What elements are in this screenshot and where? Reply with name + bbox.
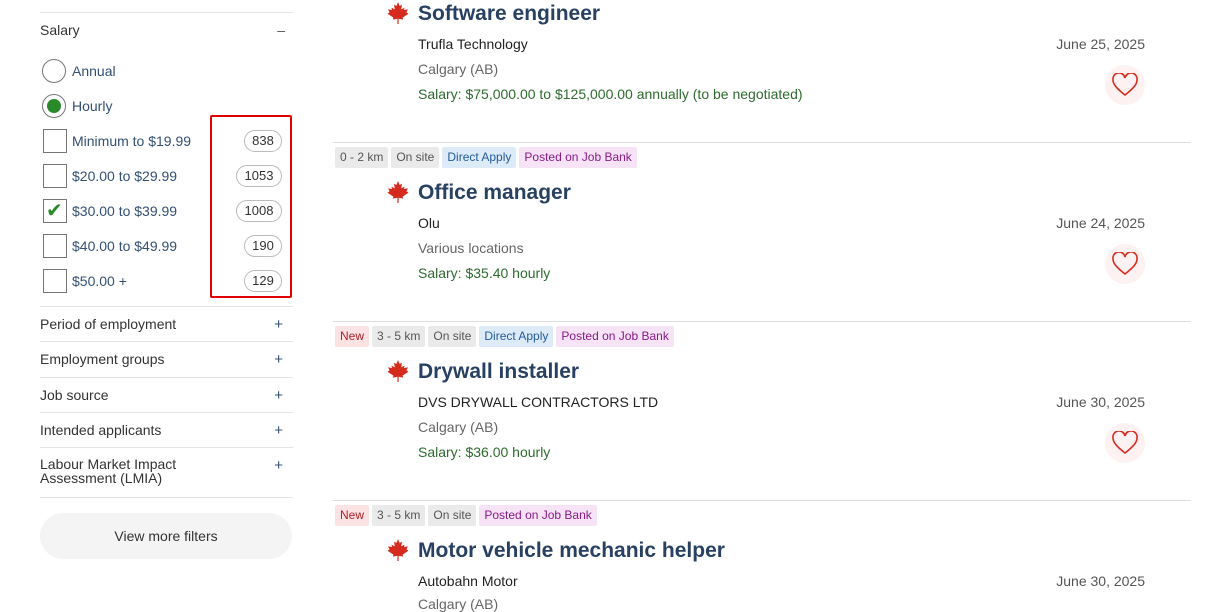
job-title-link[interactable]: Software engineer [418, 2, 600, 26]
radio-annual[interactable] [42, 59, 66, 83]
collapse-icon[interactable]: – [277, 22, 285, 38]
onsite-tag: On site [428, 326, 477, 347]
radio-hourly[interactable] [42, 94, 66, 118]
filter-divider [40, 447, 293, 448]
salary-filter-header[interactable]: Salary – [40, 22, 293, 40]
job-location: Various locations [418, 240, 524, 256]
job-date: June 24, 2025 [1056, 215, 1145, 231]
posted-on-job-bank-tag: Posted on Job Bank [556, 326, 674, 347]
filter-label: Employment groups [40, 351, 165, 367]
filter-label: Job source [40, 387, 109, 403]
favorite-button[interactable] [1105, 244, 1145, 284]
filter-job-source[interactable]: Job source + [40, 387, 293, 404]
job-employer: Olu [418, 215, 440, 231]
job-employer: Autobahn Motor [418, 573, 518, 589]
job-location: Calgary (AB) [418, 419, 499, 435]
heart-icon [1112, 73, 1138, 97]
filter-employment-groups[interactable]: Employment groups + [40, 351, 293, 368]
job-date: June 30, 2025 [1056, 394, 1145, 410]
checkbox-range-20-29[interactable] [43, 164, 67, 188]
filter-intended-applicants[interactable]: Intended applicants + [40, 422, 293, 439]
filter-divider [40, 306, 293, 307]
range-label[interactable]: $20.00 to $29.99 [72, 168, 177, 184]
checkbox-range-30-39[interactable]: ✔ [43, 199, 67, 223]
heart-icon [1112, 252, 1138, 276]
maple-leaf-icon [387, 2, 409, 24]
distance-tag: 0 - 2 km [335, 147, 389, 168]
heart-icon [1112, 431, 1138, 455]
direct-apply-tag: Direct Apply [479, 326, 554, 347]
job-date: June 25, 2025 [1056, 36, 1145, 52]
range-label[interactable]: Minimum to $19.99 [72, 133, 191, 149]
onsite-tag: On site [391, 147, 440, 168]
range-label[interactable]: $50.00 + [72, 273, 127, 289]
job-title-link[interactable]: Drywall installer [418, 360, 579, 384]
salary-filter-title: Salary [40, 22, 80, 38]
job-date: June 30, 2025 [1056, 573, 1145, 589]
checkmark-icon: ✔ [46, 200, 63, 222]
range-label[interactable]: $40.00 to $49.99 [72, 238, 177, 254]
distance-tag: 3 - 5 km [372, 326, 426, 347]
distance-tag: 3 - 5 km [372, 505, 426, 526]
sidebar-top-divider [40, 12, 293, 13]
favorite-button[interactable] [1105, 423, 1145, 463]
favorite-button[interactable] [1105, 65, 1145, 105]
maple-leaf-icon [387, 539, 409, 561]
onsite-tag: On site [428, 505, 477, 526]
job-location: Calgary (AB) [418, 61, 499, 77]
filter-label: Labour Market Impact Assessment (LMIA) [40, 456, 177, 486]
new-tag: New [335, 326, 370, 347]
maple-leaf-icon [387, 360, 409, 382]
count-highlight-box [210, 115, 292, 298]
filter-divider [40, 497, 293, 498]
filter-lmia[interactable]: Labour Market Impact Assessment (LMIA) + [40, 457, 293, 485]
radio-annual-label[interactable]: Annual [72, 63, 116, 79]
job-tags: 0 - 2 km On site Direct Apply Posted on … [335, 147, 637, 168]
job-employer: Trufla Technology [418, 36, 528, 52]
filter-divider [40, 341, 293, 342]
job-employer: DVS DRYWALL CONTRACTORS LTD [418, 394, 659, 410]
range-label[interactable]: $30.00 to $39.99 [72, 203, 177, 219]
filter-label: Intended applicants [40, 422, 162, 438]
expand-icon[interactable]: + [274, 351, 283, 368]
radio-hourly-label[interactable]: Hourly [72, 98, 112, 114]
job-tags: New 3 - 5 km On site Direct Apply Posted… [335, 326, 674, 347]
job-divider [333, 321, 1191, 322]
job-salary: Salary: $35.40 hourly [418, 265, 551, 281]
job-salary: Salary: $75,000.00 to $125,000.00 annual… [418, 86, 803, 102]
checkbox-range-min-19[interactable] [43, 129, 67, 153]
filter-label: Period of employment [40, 316, 177, 332]
view-more-filters-button[interactable]: View more filters [40, 513, 292, 559]
job-title-link[interactable]: Office manager [418, 181, 571, 205]
job-divider [333, 500, 1191, 501]
job-title-link[interactable]: Motor vehicle mechanic helper [418, 539, 725, 563]
job-divider [333, 142, 1191, 143]
expand-icon[interactable]: + [274, 316, 283, 333]
expand-icon[interactable]: + [274, 457, 283, 474]
posted-on-job-bank-tag: Posted on Job Bank [519, 147, 637, 168]
expand-icon[interactable]: + [274, 422, 283, 439]
job-tags: New 3 - 5 km On site Posted on Job Bank [335, 505, 597, 526]
maple-leaf-icon [387, 181, 409, 203]
new-tag: New [335, 505, 370, 526]
posted-on-job-bank-tag: Posted on Job Bank [479, 505, 597, 526]
checkbox-range-40-49[interactable] [43, 234, 67, 258]
filter-divider [40, 377, 293, 378]
job-location: Calgary (AB) [418, 596, 499, 612]
expand-icon[interactable]: + [274, 387, 283, 404]
filter-divider [40, 412, 293, 413]
checkbox-range-50-plus[interactable] [43, 269, 67, 293]
direct-apply-tag: Direct Apply [442, 147, 517, 168]
job-salary: Salary: $36.00 hourly [418, 444, 551, 460]
filter-period-of-employment[interactable]: Period of employment + [40, 316, 293, 333]
